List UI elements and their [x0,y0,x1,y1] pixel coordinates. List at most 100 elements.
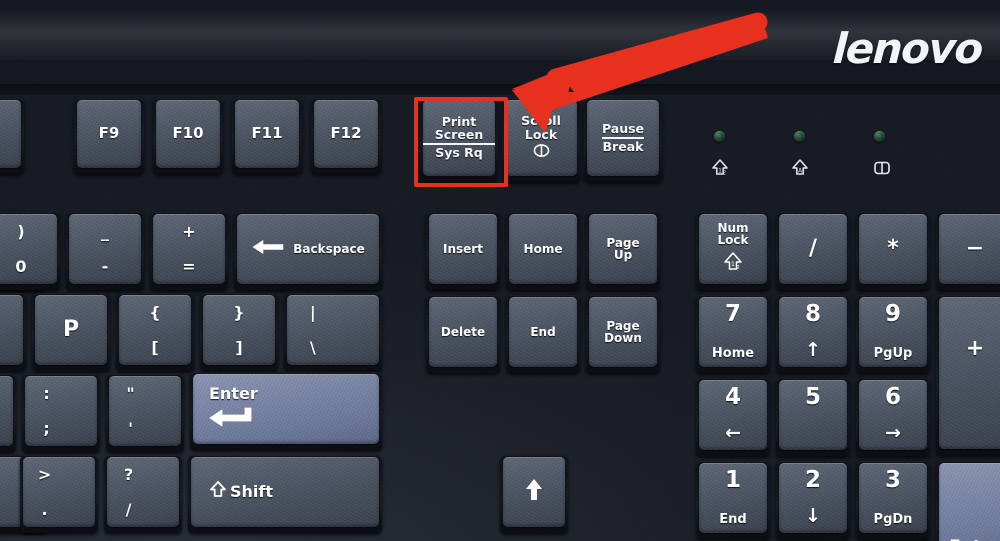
key-label-function: Home [711,346,755,362]
key-label-number: 1 [724,467,742,494]
key-numpad-enter[interactable]: Enter [936,461,1000,541]
key-label-base: - [101,256,109,276]
keycap: 7 Home [699,297,767,367]
key-f12[interactable]: F12 [311,98,381,174]
key-numpad-divide[interactable]: / [776,212,850,290]
keycap: Enter [193,374,379,444]
key-bracket-right[interactable]: } ] [200,293,278,371]
key-numpad-5[interactable]: 5 [776,378,850,456]
key-f11[interactable]: F11 [232,98,302,174]
left-arrow-icon [251,239,285,260]
lenovo-logo: lenovo [831,24,984,73]
key-arrow-up[interactable] [500,455,568,533]
key-label: F12 [330,124,362,143]
key-numpad-3[interactable]: 3 PgDn [856,461,930,539]
key-print-screen[interactable]: Print Screen Sys Rq [420,98,498,182]
key-label: F10 [172,124,204,143]
key-numpad-multiply[interactable]: * [856,212,930,290]
key-pause-break[interactable]: Pause Break [584,98,662,182]
return-arrow-icon [207,407,255,434]
key-f8-partial[interactable] [0,98,24,174]
key-delete[interactable]: Delete [426,295,500,373]
keycap: Delete [429,297,497,367]
key-numpad-6[interactable]: 6 → [856,378,930,456]
keycap: End [509,297,577,367]
key-label: Delete [440,324,486,339]
key-numpad-1[interactable]: 1 End [696,461,770,539]
key-l-partial[interactable] [0,374,16,452]
key-label-base: \ [309,337,316,357]
keycap: : ; [25,376,97,446]
key-label: / [808,235,818,261]
key-label-shifted: ) [17,222,25,242]
key-label-number: 7 [724,301,742,328]
key-label-base: ] [235,337,243,357]
key-numpad-8[interactable]: 8 ↑ [776,295,850,373]
key-label-base: / [125,499,132,519]
keycap: Num Lock 1 2 [699,214,767,284]
key-label: * [887,235,899,261]
key-numpad-9[interactable]: 9 PgUp [856,295,930,373]
scroll-lock-icon [533,143,550,163]
key-slash[interactable]: ? / [104,455,182,533]
key-home[interactable]: Home [506,212,580,290]
led-num-lock [714,131,725,142]
key-minus[interactable]: _ - [66,212,144,290]
key-label-shifted: " [126,384,135,404]
svg-text:1: 1 [731,260,735,268]
key-semicolon[interactable]: : ; [22,374,100,452]
key-quote[interactable]: " ' [106,374,184,452]
key-scroll-lock[interactable]: Scroll Lock [502,98,580,182]
key-enter[interactable]: Enter [190,372,382,450]
key-numpad-7[interactable]: 7 Home [696,295,770,373]
led-scroll-lock [874,131,885,142]
key-label-shifted: : [43,384,50,404]
key-label-primary: Scroll Lock [521,112,561,142]
key-label: Num Lock [717,221,749,248]
key-f10[interactable]: F10 [153,98,223,174]
key-period[interactable]: > . [20,455,98,533]
key-bracket-left[interactable]: { [ [116,293,194,371]
key-page-up[interactable]: Page Up [586,212,660,290]
keycap: Page Down [589,297,657,367]
key-f9[interactable]: F9 [74,98,144,174]
key-page-down[interactable]: Page Down [586,295,660,373]
keycap: Print Screen Sys Rq [423,100,495,176]
key-backslash[interactable]: | \ [284,293,382,371]
key-o-partial[interactable] [0,293,26,371]
key-0[interactable]: ) 0 [0,212,60,290]
key-backspace[interactable]: Backspace [234,212,382,290]
keycap: 2 ↓ [779,463,847,533]
key-label-function: ↑ [805,339,821,362]
key-p[interactable]: P [32,293,110,371]
key-label-number: 8 [804,301,822,328]
key-label-shifted: | [309,303,316,323]
key-label-base: . [41,499,48,519]
keycap: P [35,295,107,365]
key-insert[interactable]: Insert [426,212,500,290]
keycap: + [939,297,1000,449]
key-shift-right[interactable]: Shift [188,455,382,533]
keycap: Enter [939,463,1000,541]
keycap: 1 End [699,463,767,533]
key-end[interactable]: End [506,295,580,373]
key-label-shifted: { [149,303,161,323]
key-label: Enter [209,384,258,403]
key-numpad-minus[interactable]: − [936,212,1000,290]
keycap: 5 [779,380,847,450]
key-label-primary: Pause [601,122,645,139]
key-numpad-plus[interactable]: + [936,295,1000,455]
keycap: F11 [235,100,299,168]
key-numpad-2[interactable]: 2 ↓ [776,461,850,539]
key-label-base: ' [128,418,134,438]
key-equals[interactable]: + = [150,212,228,290]
keycap: 6 → [859,380,927,450]
keycap [0,376,13,446]
key-label-shifted: > [37,465,52,485]
key-num-lock[interactable]: Num Lock 1 2 [696,212,770,290]
arrow-up-icon [524,477,544,508]
key-numpad-4[interactable]: 4 ← [696,378,770,456]
keycap: / [779,214,847,284]
keycap [503,457,565,527]
key-label-shifted: } [233,303,245,323]
